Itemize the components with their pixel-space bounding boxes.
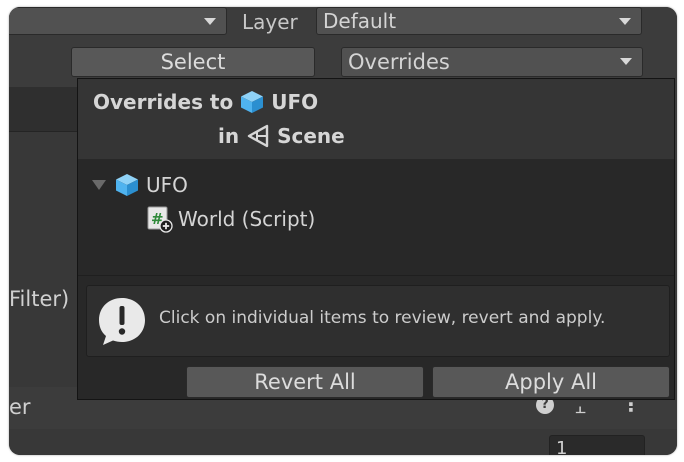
number-field[interactable]: 1 xyxy=(549,435,645,455)
component-header-strip xyxy=(9,87,79,131)
dropdown-arrow-icon xyxy=(619,18,631,25)
tree-item-label: World (Script) xyxy=(178,207,316,231)
dropdown-arrow-icon xyxy=(620,58,632,65)
info-box: Click on individual items to review, rev… xyxy=(86,285,670,357)
popup-title: Overrides to UFO xyxy=(93,89,318,115)
foldout-arrow-icon[interactable] xyxy=(92,180,106,190)
prefab-cube-icon xyxy=(241,91,264,113)
scene-icon xyxy=(247,124,269,148)
layer-value: Default xyxy=(323,9,397,33)
tree-item-ufo[interactable]: UFO xyxy=(92,172,188,198)
layer-dropdown[interactable]: Default xyxy=(316,7,642,35)
overrides-popup: Overrides to UFO in Scene UFO # World (S… xyxy=(77,78,675,400)
revert-all-button[interactable]: Revert All xyxy=(186,366,424,398)
tag-dropdown[interactable] xyxy=(9,7,227,35)
info-message: Click on individual items to review, rev… xyxy=(159,308,606,328)
in-label: in xyxy=(218,124,240,148)
tree-item-world-script[interactable]: # World (Script) xyxy=(146,205,315,233)
target-name: UFO xyxy=(271,90,319,114)
layer-label: Layer xyxy=(242,10,298,34)
overrides-dropdown[interactable]: Overrides xyxy=(341,47,643,77)
component-body xyxy=(9,132,79,387)
tree-item-label: UFO xyxy=(146,173,188,197)
component-title: er xyxy=(9,395,31,419)
overrides-label: Overrides xyxy=(348,50,450,74)
inspector-window: Layer Default Select Overrides Filter) e… xyxy=(9,7,677,455)
popup-header: Overrides to UFO in Scene xyxy=(78,79,674,159)
preset-icon[interactable]: ⫠ xyxy=(575,397,586,418)
header-prefix: Overrides to xyxy=(93,90,234,114)
select-button[interactable]: Select xyxy=(71,47,315,77)
scene-name: Scene xyxy=(277,124,345,148)
info-bubble-icon xyxy=(99,298,145,345)
popup-subtitle: in Scene xyxy=(218,123,345,149)
prefab-cube-icon xyxy=(116,174,138,196)
script-added-icon: # xyxy=(147,206,173,233)
apply-all-button[interactable]: Apply All xyxy=(432,366,670,398)
dropdown-arrow-icon xyxy=(204,18,216,25)
divider xyxy=(78,275,674,276)
filter-label: Filter) xyxy=(9,287,70,311)
